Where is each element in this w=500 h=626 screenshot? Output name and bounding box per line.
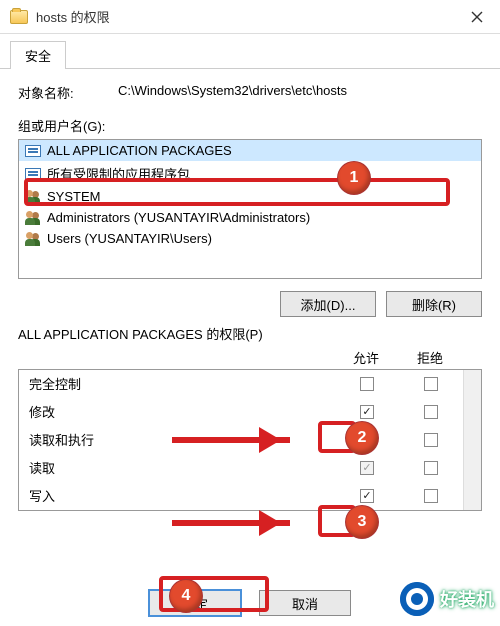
- checkbox[interactable]: [424, 461, 438, 475]
- list-item[interactable]: ALL APPLICATION PACKAGES: [19, 140, 481, 161]
- users-icon: [25, 211, 41, 225]
- add-button[interactable]: 添加(D)...: [280, 291, 376, 317]
- scrollbar[interactable]: [463, 370, 481, 510]
- list-item-label: Users (YUSANTAYIR\Users): [47, 231, 212, 246]
- list-item-label: 所有受限制的应用程序包: [47, 164, 190, 183]
- list-item-label: Administrators (YUSANTAYIR\Administrator…: [47, 210, 310, 225]
- annotation-badge-3: 3: [346, 506, 378, 538]
- permission-row: 读取: [19, 454, 463, 482]
- checkbox[interactable]: [360, 405, 374, 419]
- permission-name: 完全控制: [29, 374, 335, 393]
- checkbox[interactable]: [424, 489, 438, 503]
- checkbox[interactable]: [424, 405, 438, 419]
- list-item[interactable]: SYSTEM: [19, 186, 481, 207]
- window-title: hosts 的权限: [36, 7, 454, 26]
- annotation-badge-2: 2: [346, 422, 378, 454]
- permission-name: 读取: [29, 458, 335, 477]
- object-label: 对象名称:: [18, 83, 118, 102]
- annotation-badge-1: 1: [338, 162, 370, 194]
- users-icon: [25, 232, 41, 246]
- watermark: 好装机: [400, 582, 494, 616]
- permission-name: 修改: [29, 402, 335, 421]
- permissions-columns: 允许 拒绝: [18, 348, 482, 369]
- annotation-badge-4: 4: [170, 580, 202, 612]
- object-row: 对象名称: C:\Windows\System32\drivers\etc\ho…: [18, 83, 482, 102]
- col-allow: 允许: [334, 348, 398, 367]
- permission-row: 写入: [19, 482, 463, 510]
- col-deny: 拒绝: [398, 348, 462, 367]
- annotation-arrow-3: [172, 520, 290, 526]
- checkbox[interactable]: [360, 489, 374, 503]
- titlebar: hosts 的权限: [0, 0, 500, 34]
- package-icon: [25, 168, 41, 180]
- close-button[interactable]: [454, 0, 500, 34]
- watermark-eye-icon: [400, 582, 434, 616]
- permissions-header-label: ALL APPLICATION PACKAGES 的权限(P): [18, 327, 482, 344]
- checkbox[interactable]: [360, 377, 374, 391]
- list-item[interactable]: 所有受限制的应用程序包: [19, 161, 481, 186]
- watermark-text: 好装机: [440, 586, 494, 612]
- users-icon: [25, 190, 41, 204]
- object-path: C:\Windows\System32\drivers\etc\hosts: [118, 83, 347, 102]
- permission-row: 完全控制: [19, 370, 463, 398]
- tab-content: 对象名称: C:\Windows\System32\drivers\etc\ho…: [0, 68, 500, 521]
- package-icon: [25, 145, 41, 157]
- cancel-button[interactable]: 取消: [259, 590, 351, 616]
- tab-security[interactable]: 安全: [10, 41, 66, 69]
- tab-strip: 安全: [10, 40, 500, 68]
- permission-row: 修改: [19, 398, 463, 426]
- list-item[interactable]: Users (YUSANTAYIR\Users): [19, 228, 481, 249]
- permission-name: 写入: [29, 486, 335, 505]
- checkbox: [360, 461, 374, 475]
- remove-button[interactable]: 删除(R): [386, 291, 482, 317]
- list-item-label: ALL APPLICATION PACKAGES: [47, 143, 232, 158]
- checkbox[interactable]: [424, 433, 438, 447]
- list-item[interactable]: Administrators (YUSANTAYIR\Administrator…: [19, 207, 481, 228]
- checkbox[interactable]: [424, 377, 438, 391]
- groups-listbox[interactable]: ALL APPLICATION PACKAGES 所有受限制的应用程序包 SYSTE…: [18, 139, 482, 279]
- list-item-label: SYSTEM: [47, 189, 100, 204]
- folder-icon: [10, 10, 28, 24]
- groups-label: 组或用户名(G):: [18, 116, 482, 135]
- annotation-arrow-2: [172, 437, 290, 443]
